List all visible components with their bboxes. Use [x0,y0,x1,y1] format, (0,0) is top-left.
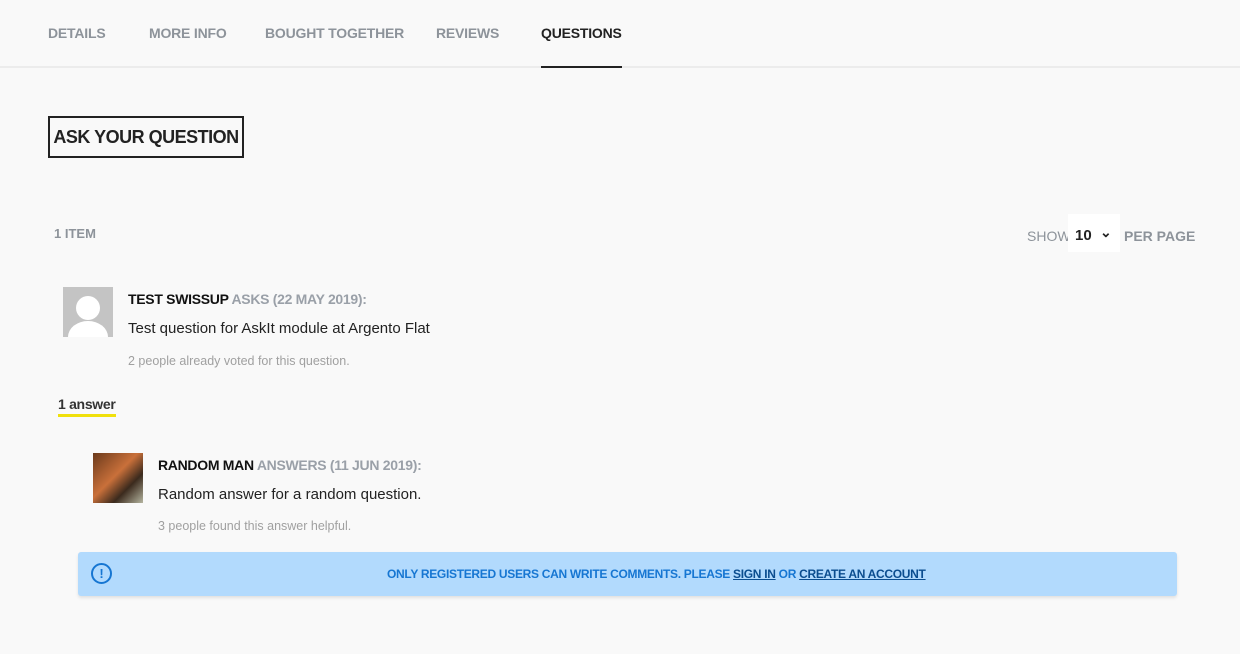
answer-header: RANDOM MAN ANSWERS (11 JUN 2019): [158,457,422,473]
item-count: 1 ITEM [54,226,96,241]
show-label: SHOW [1027,228,1071,244]
question-avatar [63,287,113,337]
per-page-label: PER PAGE [1124,228,1196,244]
tab-details[interactable]: DETAILS [48,25,106,68]
question-votes: 2 people already voted for this question… [128,354,350,368]
answers-count: 1 answer [58,396,116,417]
tab-questions[interactable]: QUESTIONS [541,25,622,68]
notice-or: OR [778,567,797,581]
info-icon: ! [91,563,112,584]
answer-text: Random answer for a random question. [158,486,422,503]
answer-author: RANDOM MAN [158,457,254,473]
answer-helpful: 3 people found this answer helpful. [158,519,352,533]
chevron-down-icon: ⌄ [1100,224,1112,240]
sign-in-link[interactable]: SIGN IN [733,567,776,581]
answer-date: ANSWERS (11 JUN 2019): [256,457,422,473]
question-header: TEST SWISSUP ASKS (22 MAY 2019): [128,291,367,307]
per-page-select[interactable]: 10 ⌄ [1068,214,1120,252]
ask-question-button[interactable]: ASK YOUR QUESTION [48,116,244,158]
user-placeholder-icon [68,296,108,337]
login-notice: ! ONLY REGISTERED USERS CAN WRITE COMMEN… [78,552,1177,596]
question-author: TEST SWISSUP [128,291,229,307]
answer-avatar [93,453,143,503]
per-page-value: 10 [1075,227,1092,244]
question-text: Test question for AskIt module at Argent… [128,320,430,337]
tab-bought-together[interactable]: BOUGHT TOGETHER [265,25,404,68]
tab-reviews[interactable]: REVIEWS [436,25,499,68]
tab-bar: DETAILS MORE INFO BOUGHT TOGETHER REVIEW… [0,0,1240,68]
create-account-link[interactable]: CREATE AN ACCOUNT [799,567,926,581]
question-date: ASKS (22 MAY 2019): [231,291,367,307]
notice-text: ONLY REGISTERED USERS CAN WRITE COMMENTS… [387,567,730,581]
tab-more-info[interactable]: MORE INFO [149,25,227,68]
